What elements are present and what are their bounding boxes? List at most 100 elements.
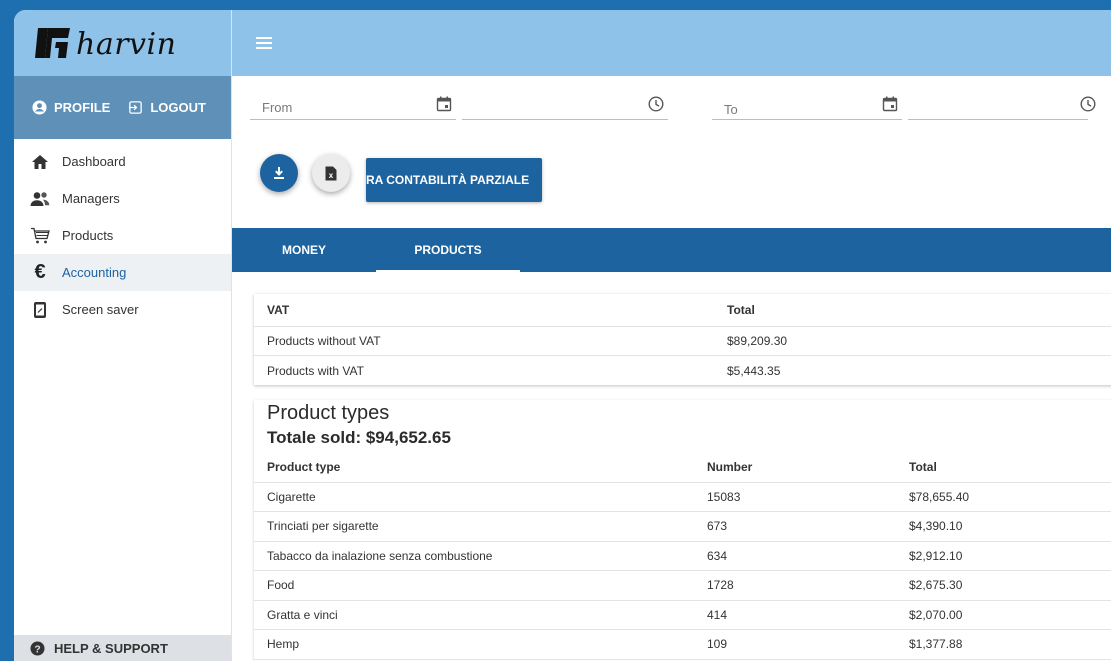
home-icon bbox=[30, 152, 50, 172]
column-header: Number bbox=[694, 452, 896, 483]
total-sold: Totale sold: $94,652.65 bbox=[267, 428, 451, 447]
sidebar-item-screen-saver[interactable]: Screen saver bbox=[14, 291, 231, 328]
help-label: HELP & SUPPORT bbox=[54, 640, 168, 656]
excel-file-icon: x bbox=[325, 166, 337, 180]
table-cell: $78,655.40 bbox=[896, 482, 1111, 512]
svg-text:?: ? bbox=[34, 644, 40, 655]
sidebar-nav: Dashboard Managers Products € Accounting… bbox=[14, 139, 231, 328]
app-frame: harvin PROFILE LOGOUT Dashboard Managers bbox=[14, 10, 1111, 661]
download-icon bbox=[274, 167, 284, 179]
sidebar-item-label: Managers bbox=[62, 191, 120, 206]
table-cell: Gratta e vinci bbox=[254, 600, 694, 630]
svg-text:x: x bbox=[329, 171, 334, 180]
calendar-icon[interactable] bbox=[436, 96, 452, 112]
calendar-icon[interactable] bbox=[882, 96, 898, 112]
table-cell: Trinciati per sigarette bbox=[254, 511, 694, 542]
vat-table: VAT Total Products without VAT $89,209.3… bbox=[254, 294, 1111, 385]
to-date-field[interactable]: To bbox=[712, 92, 902, 120]
cart-icon bbox=[30, 226, 50, 246]
table-cell: 414 bbox=[694, 600, 896, 630]
table-cell: $2,675.30 bbox=[896, 570, 1111, 601]
menu-icon[interactable] bbox=[256, 37, 272, 49]
section-title: Product types bbox=[267, 402, 390, 424]
table-cell: $2,070.00 bbox=[896, 600, 1111, 630]
from-date-field[interactable]: From bbox=[250, 92, 456, 120]
logo-area: harvin bbox=[14, 10, 231, 76]
table-cell: $5,443.35 bbox=[727, 363, 781, 378]
tab-products[interactable]: PRODUCTS bbox=[376, 228, 520, 272]
phone-screen-icon bbox=[30, 300, 50, 320]
logout-button[interactable]: LOGOUT bbox=[128, 100, 206, 115]
table-cell: $4,390.10 bbox=[896, 511, 1111, 542]
table-cell: 673 bbox=[694, 511, 896, 542]
column-header: VAT bbox=[254, 294, 714, 327]
table-cell: Products with VAT bbox=[267, 363, 364, 378]
sidebar: harvin PROFILE LOGOUT Dashboard Managers bbox=[14, 10, 232, 661]
top-app-bar bbox=[232, 10, 1111, 76]
table-cell: Hemp bbox=[254, 629, 694, 660]
table-cell: Tabacco da inalazione senza combustione bbox=[254, 541, 694, 571]
clock-icon[interactable] bbox=[1080, 96, 1096, 112]
table-row: Products without VAT $89,209.30 bbox=[254, 326, 1111, 356]
tab-label: MONEY bbox=[281, 243, 326, 257]
clock-icon[interactable] bbox=[648, 96, 664, 112]
download-fab[interactable] bbox=[260, 154, 298, 192]
euro-icon: € bbox=[34, 261, 46, 283]
logout-label: LOGOUT bbox=[150, 100, 206, 115]
table-cell: $1,377.88 bbox=[896, 629, 1111, 660]
sidebar-item-accounting[interactable]: € Accounting bbox=[14, 254, 231, 291]
profile-button[interactable]: PROFILE bbox=[32, 100, 110, 115]
sidebar-item-dashboard[interactable]: Dashboard bbox=[14, 143, 231, 180]
table-row: Products with VAT $5,443.35 bbox=[254, 356, 1111, 386]
profile-bar: PROFILE LOGOUT bbox=[14, 76, 231, 139]
excel-export-fab[interactable]: x bbox=[312, 154, 350, 192]
vat-summary-card: VAT Total Products without VAT $89,209.3… bbox=[254, 294, 1111, 385]
to-date-label: To bbox=[724, 102, 738, 117]
product-types-card: Product types Totale sold: $94,652.65 Pr… bbox=[254, 400, 1111, 661]
table-row: Trinciati per sigarette 673 $4,390.10 bbox=[254, 511, 1111, 542]
column-header: Total bbox=[896, 452, 1111, 483]
column-header: Total bbox=[714, 294, 1111, 327]
table-cell: $2,912.10 bbox=[896, 541, 1111, 571]
table-cell: 1728 bbox=[694, 570, 896, 601]
action-row: RA CONTABILITÀ PARZIALE x bbox=[232, 146, 1111, 204]
sidebar-item-managers[interactable]: Managers bbox=[14, 180, 231, 217]
table-row: Cigarette 15083 $78,655.40 bbox=[254, 482, 1111, 512]
sidebar-item-products[interactable]: Products bbox=[14, 217, 231, 254]
help-support-link[interactable]: ? HELP & SUPPORT bbox=[14, 635, 231, 661]
sidebar-item-label: Dashboard bbox=[62, 154, 126, 169]
sidebar-item-label: Products bbox=[62, 228, 114, 243]
main-content: From To RA CONTABILITÀ PARZIALE x MONEY … bbox=[232, 10, 1111, 661]
table-row: Tabacco da inalazione senza combustione … bbox=[254, 541, 1111, 571]
to-time-field[interactable] bbox=[908, 92, 1096, 120]
table-cell: 15083 bbox=[694, 482, 896, 512]
date-filters: From To bbox=[232, 76, 1111, 146]
logo-mark-icon bbox=[35, 28, 70, 58]
sidebar-item-label: Screen saver bbox=[62, 302, 139, 317]
table-cell: Food bbox=[254, 570, 694, 601]
partial-accounting-label: RA CONTABILITÀ PARZIALE bbox=[366, 173, 530, 187]
product-types-table: Product type Number Total Cigarette 1508… bbox=[254, 452, 1111, 660]
table-cell: Products without VAT bbox=[254, 326, 714, 356]
table-cell: $89,209.30 bbox=[714, 326, 1111, 356]
profile-label: PROFILE bbox=[54, 100, 111, 115]
tab-money[interactable]: MONEY bbox=[232, 228, 376, 272]
partial-accounting-button[interactable]: RA CONTABILITÀ PARZIALE bbox=[366, 158, 542, 202]
table-row: Food 1728 $2,675.30 bbox=[254, 570, 1111, 601]
from-time-field[interactable] bbox=[462, 92, 668, 120]
tab-label: PRODUCTS bbox=[414, 243, 482, 257]
account-circle-icon bbox=[32, 100, 47, 115]
table-cell: 109 bbox=[694, 629, 896, 660]
table-header-row: VAT Total bbox=[254, 294, 1111, 327]
table-cell: 634 bbox=[694, 541, 896, 571]
people-icon bbox=[30, 189, 50, 209]
help-icon: ? bbox=[30, 640, 45, 656]
table-header-row: Product type Number Total bbox=[254, 452, 1111, 483]
table-row: Gratta e vinci 414 $2,070.00 bbox=[254, 600, 1111, 630]
brand-logo: harvin bbox=[34, 26, 176, 60]
column-header: Product type bbox=[254, 452, 694, 483]
logo-text: harvin bbox=[76, 27, 177, 62]
from-date-label: From bbox=[262, 100, 293, 115]
table-cell: Cigarette bbox=[254, 482, 694, 512]
sidebar-item-label: Accounting bbox=[62, 265, 127, 280]
